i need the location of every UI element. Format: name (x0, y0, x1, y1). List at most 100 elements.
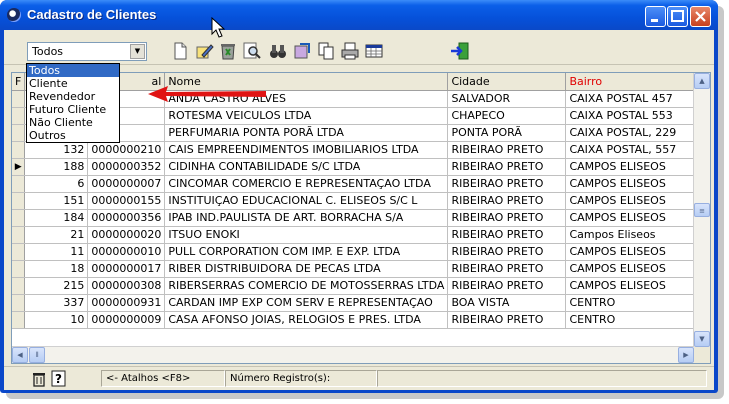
cell-al[interactable]: 0000000210 (87, 141, 166, 159)
search-icon[interactable] (242, 41, 262, 61)
grid-icon[interactable] (364, 41, 384, 61)
table-row[interactable]: 132 0000000210 CAIS EMPREENDIMENTOS IMOBIL… (12, 141, 709, 159)
cell-code[interactable]: 337 (24, 294, 89, 312)
cell-cidade[interactable]: RIBEIRAO PRETO (447, 158, 567, 176)
cell-nome[interactable]: ITSUO ENOKI (164, 226, 449, 244)
cell-cidade[interactable]: RIBEIRAO PRETO (447, 209, 567, 227)
horizontal-scrollbar[interactable]: ◀ ⦀ ▶ (12, 346, 694, 363)
row-indicator[interactable] (12, 277, 26, 295)
scroll-left-button[interactable]: ◀ (12, 347, 28, 363)
refresh-icon[interactable] (292, 41, 312, 61)
cell-cidade[interactable]: RIBEIRAO PRETO (447, 226, 567, 244)
row-indicator[interactable] (12, 209, 26, 227)
cell-code[interactable]: 188 (24, 158, 89, 176)
app-icon[interactable] (7, 8, 21, 22)
table-row[interactable]: 215 0000000308 RIBERSERRAS COMERCIO DE MOT… (12, 277, 709, 295)
cell-nome[interactable]: CIDINHA CONTABILIDADE S/C LTDA (164, 158, 449, 176)
cell-al[interactable]: 0000000017 (87, 260, 166, 278)
print-icon[interactable] (340, 41, 360, 61)
cell-al[interactable]: 0000000020 (87, 226, 166, 244)
cell-al[interactable]: 0000000308 (87, 277, 166, 295)
cell-al[interactable]: 0000000352 (87, 158, 166, 176)
cell-code[interactable]: 184 (24, 209, 89, 227)
cell-nome[interactable]: CINCOMAR COMERCIO E REPRESENTAÇAO LTDA (164, 175, 449, 193)
cell-bairro[interactable]: CENTRO (565, 311, 709, 329)
dropdown-option[interactable]: Todos (27, 64, 119, 77)
row-indicator[interactable] (12, 260, 26, 278)
copy-icon[interactable] (316, 41, 336, 61)
cell-code[interactable]: 215 (24, 277, 89, 295)
cell-al[interactable]: 0000000007 (87, 175, 166, 193)
cell-cidade[interactable]: CHAPECO (447, 107, 567, 125)
cell-bairro[interactable]: CAMPOS ELISEOS (565, 158, 709, 176)
cell-nome[interactable]: CARDAN IMP EXP COM SERV E REPRESENTAÇAO (164, 294, 449, 312)
cell-bairro[interactable]: CAMPOS ELISEOS (565, 260, 709, 278)
cell-bairro[interactable]: CAIXA POSTAL 553 (565, 107, 709, 125)
cell-cidade[interactable]: RIBEIRAO PRETO (447, 277, 567, 295)
table-row[interactable]: ▶ 188 0000000352 CIDINHA CONTABILIDADE S/C … (12, 158, 709, 176)
table-row[interactable]: 6 0000000007 CINCOMAR COMERCIO E REPRESENT… (12, 175, 709, 193)
filter-dropdown-list[interactable]: Todos Cliente Revendedor Futuro Cliente Não … (26, 63, 120, 143)
row-indicator[interactable] (12, 243, 26, 261)
cell-cidade[interactable]: RIBEIRAO PRETO (447, 141, 567, 159)
cell-cidade[interactable]: RIBEIRAO PRETO (447, 175, 567, 193)
table-row[interactable]: 11 0000000010 PULL CORPORATION COM IMP. E … (12, 243, 709, 261)
table-row[interactable]: 184 0000000356 IPAB IND.PAULISTA DE ART. B… (12, 209, 709, 227)
horizontal-scroll-thumb[interactable]: ⦀ (29, 347, 45, 363)
cell-al[interactable]: 0000000009 (87, 311, 166, 329)
scroll-right-button[interactable]: ▶ (678, 347, 694, 363)
cell-nome[interactable]: ROTESMA VEICULOS LTDA (164, 107, 449, 125)
title-bar[interactable]: Cadastro de Clientes (0, 0, 718, 30)
cell-code[interactable]: 21 (24, 226, 89, 244)
filter-select[interactable]: Todos ▼ (27, 42, 147, 61)
cell-nome[interactable]: INSTITUIÇAO EDUCACIONAL C. ELISEOS S/C L (164, 192, 449, 210)
cell-nome[interactable]: IPAB IND.PAULISTA DE ART. BORRACHA S/A (164, 209, 449, 227)
vertical-scroll-thumb[interactable]: ≡ (694, 203, 710, 217)
column-header-bairro[interactable]: Bairro (565, 73, 709, 91)
dropdown-option[interactable]: Revendedor (27, 90, 119, 103)
cell-code[interactable]: 11 (24, 243, 89, 261)
cell-bairro[interactable]: CAMPOS ELISEOS (565, 192, 709, 210)
edit-icon[interactable] (194, 41, 214, 61)
cell-cidade[interactable]: PONTA PORÃ (447, 124, 567, 142)
help-icon[interactable]: ? (51, 370, 66, 387)
row-indicator[interactable] (12, 175, 26, 193)
row-indicator[interactable] (12, 90, 26, 108)
cell-bairro[interactable]: CAMPOS ELISEOS (565, 175, 709, 193)
chevron-down-icon[interactable]: ▼ (130, 44, 145, 59)
table-row[interactable]: 10 0000000009 CASA AFONSO JOIAS, RELOGIOS … (12, 311, 709, 329)
dropdown-option[interactable]: Futuro Cliente (27, 103, 119, 116)
cell-cidade[interactable]: SALVADOR (447, 90, 567, 108)
row-indicator[interactable] (12, 226, 26, 244)
delete-icon[interactable] (218, 41, 238, 61)
column-header-cidade[interactable]: Cidade (447, 73, 567, 91)
cell-nome[interactable]: PERFUMARIA PONTA PORÃ LTDA (164, 124, 449, 142)
scroll-down-button[interactable]: ▼ (694, 331, 710, 347)
cell-code[interactable]: 6 (24, 175, 89, 193)
close-button[interactable] (690, 6, 711, 27)
table-row[interactable]: 151 0000000155 INSTITUIÇAO EDUCACIONAL C. … (12, 192, 709, 210)
cell-bairro[interactable]: CAIXA POSTAL 457 (565, 90, 709, 108)
cell-al[interactable]: 0000000010 (87, 243, 166, 261)
trash-icon[interactable] (32, 371, 46, 387)
minimize-button[interactable] (645, 6, 666, 27)
cell-bairro[interactable]: CAMPOS ELISEOS (565, 243, 709, 261)
table-row[interactable]: 21 0000000020 ITSUO ENOKI RIBEIRAO PRETO Cam… (12, 226, 709, 244)
exit-icon[interactable] (450, 41, 470, 61)
cell-bairro[interactable]: CAMPOS ELISEOS (565, 277, 709, 295)
maximize-button[interactable] (667, 6, 688, 27)
binoculars-icon[interactable] (268, 41, 288, 61)
cell-bairro[interactable]: CENTRO (565, 294, 709, 312)
dropdown-option[interactable]: Não Cliente (27, 116, 119, 129)
row-indicator[interactable] (12, 192, 26, 210)
cell-cidade[interactable]: RIBEIRAO PRETO (447, 311, 567, 329)
cell-cidade[interactable]: BOA VISTA (447, 294, 567, 312)
vertical-scrollbar[interactable]: ▲ ≡ ▼ (693, 73, 710, 347)
scroll-up-button[interactable]: ▲ (694, 73, 710, 89)
cell-bairro[interactable]: CAMPOS ELISEOS (565, 209, 709, 227)
new-document-icon[interactable] (170, 41, 190, 61)
column-header-f[interactable]: F (12, 73, 26, 91)
cell-nome[interactable]: CASA AFONSO JOIAS, RELOGIOS E PRES. LTDA (164, 311, 449, 329)
cell-cidade[interactable]: RIBEIRAO PRETO (447, 192, 567, 210)
current-row-indicator[interactable]: ▶ (12, 158, 26, 176)
